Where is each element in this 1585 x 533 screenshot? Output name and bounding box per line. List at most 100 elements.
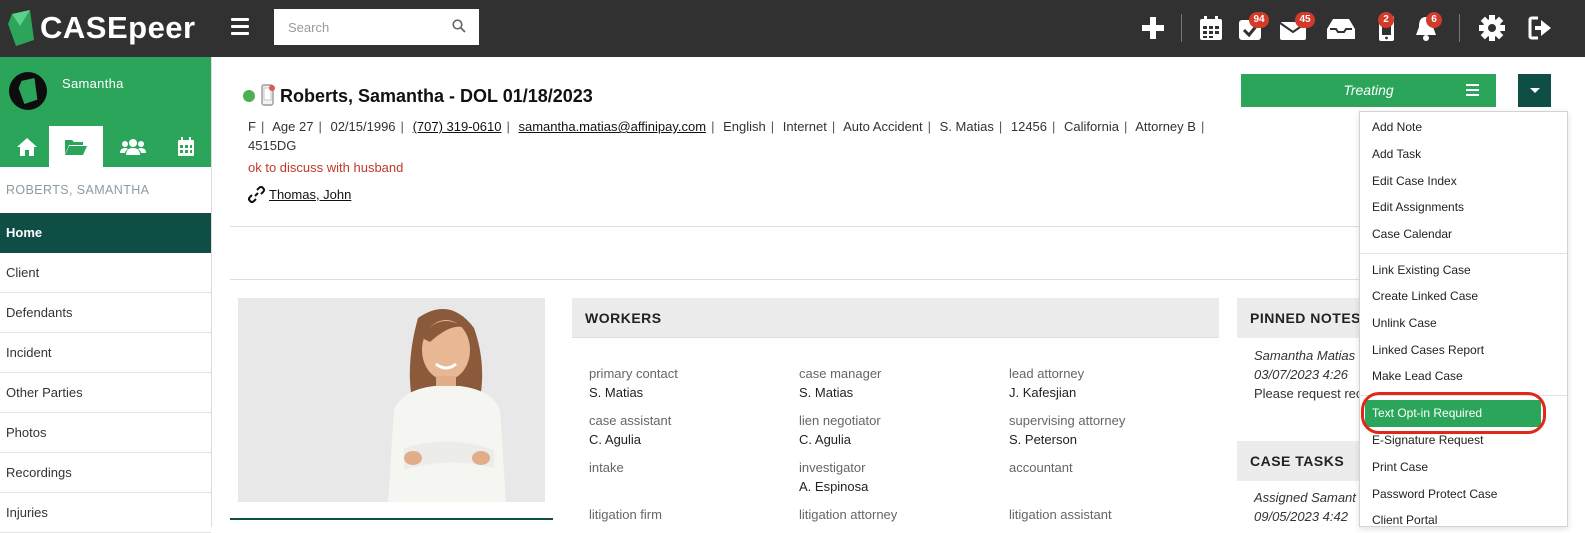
worker-label: litigation attorney bbox=[799, 507, 898, 522]
case-type: Auto Accident bbox=[843, 119, 923, 134]
client-dob: 02/15/1996 bbox=[330, 119, 396, 134]
sidebar-user-panel: Samantha bbox=[0, 57, 211, 167]
add-icon[interactable] bbox=[1139, 14, 1167, 42]
menu-item-client-portal[interactable]: Client Portal bbox=[1372, 513, 1437, 527]
worker-label: case assistant bbox=[589, 413, 672, 428]
worker-value: J. Kafesjian bbox=[1009, 385, 1077, 400]
casepeer-logo[interactable]: CASEpeer bbox=[8, 8, 196, 48]
client-email-link[interactable]: samantha.matias@affinipay.com bbox=[518, 119, 706, 134]
linked-contact-name[interactable]: Thomas, John bbox=[269, 187, 351, 202]
sidebar-item-recordings[interactable]: Recordings bbox=[0, 453, 211, 493]
case-title: Roberts, Samantha - DOL 01/18/2023 bbox=[280, 86, 593, 106]
tab-calendar[interactable] bbox=[159, 126, 213, 167]
client-portrait-image bbox=[238, 298, 545, 502]
worker-label: lead attorney bbox=[1009, 366, 1085, 381]
worker-supervising-attorney: supervising attorney S. Peterson bbox=[1009, 412, 1125, 450]
menu-item-print-case[interactable]: Print Case bbox=[1372, 460, 1428, 474]
client-phone-link[interactable]: (707) 319-0610 bbox=[413, 119, 502, 134]
task-assigned: Assigned Samant bbox=[1254, 490, 1356, 505]
toolbar-divider bbox=[1459, 14, 1460, 42]
tab-contacts[interactable] bbox=[106, 126, 160, 167]
menu-item-password-protect-case[interactable]: Password Protect Case bbox=[1372, 487, 1497, 501]
workers-header: WORKERS bbox=[572, 298, 1219, 338]
top-navbar: CASEpeer 94 45 2 bbox=[0, 0, 1585, 57]
sidebar-item-injuries[interactable]: Injuries bbox=[0, 493, 211, 533]
worker-label: accountant bbox=[1009, 460, 1073, 475]
users-group-icon bbox=[120, 138, 146, 155]
home-icon bbox=[17, 137, 37, 156]
sidebar-item-other-parties[interactable]: Other Parties bbox=[0, 373, 211, 413]
worker-case-assistant: case assistant C. Agulia bbox=[589, 412, 671, 450]
worker-label: lien negotiator bbox=[799, 413, 881, 428]
case-actions-dropdown-toggle[interactable] bbox=[1518, 74, 1551, 107]
worker-investigator: investigator A. Espinosa bbox=[799, 459, 868, 497]
worker-label: litigation assistant bbox=[1009, 507, 1112, 522]
worker-primary-contact: primary contact S. Matias bbox=[589, 365, 678, 403]
tab-case-files[interactable] bbox=[49, 126, 103, 167]
case-code: 4515DG bbox=[248, 138, 297, 153]
tab-home[interactable] bbox=[0, 126, 54, 167]
worker-value: A. Espinosa bbox=[799, 479, 869, 494]
case-note: ok to discuss with husband bbox=[248, 160, 404, 175]
sidebar-item-defendants[interactable]: Defendants bbox=[0, 293, 211, 333]
client-photo[interactable] bbox=[238, 298, 545, 502]
menu-item-make-lead-case[interactable]: Make Lead Case bbox=[1372, 369, 1463, 383]
menu-item-e-signature-request[interactable]: E-Signature Request bbox=[1372, 433, 1483, 447]
search-input[interactable] bbox=[274, 9, 479, 45]
menu-item-add-note[interactable]: Add Note bbox=[1372, 120, 1422, 134]
divider bbox=[230, 279, 1360, 280]
menu-divider bbox=[1360, 253, 1567, 254]
sidebar-item-photos[interactable]: Photos bbox=[0, 413, 211, 453]
calendar-icon[interactable] bbox=[1197, 14, 1225, 42]
casepeer-leaf-icon bbox=[8, 10, 34, 46]
annotation-highlight-circle bbox=[1361, 392, 1546, 434]
worker-label: intake bbox=[589, 460, 624, 475]
worker-label: investigator bbox=[799, 460, 866, 475]
client-language: English bbox=[723, 119, 766, 134]
worker-litigation-firm: litigation firm bbox=[589, 506, 662, 524]
sidebar-case-name: ROBERTS, SAMANTHA bbox=[6, 183, 150, 197]
sidebar-item-client[interactable]: Client bbox=[0, 253, 211, 293]
text-opt-in-phone-icon[interactable] bbox=[260, 84, 276, 106]
client-age: Age 27 bbox=[272, 119, 314, 134]
menu-item-linked-cases-report[interactable]: Linked Cases Report bbox=[1372, 343, 1484, 357]
logout-icon[interactable] bbox=[1527, 14, 1555, 42]
calendar-icon bbox=[178, 136, 194, 156]
menu-item-case-calendar[interactable]: Case Calendar bbox=[1372, 227, 1452, 241]
worker-label: primary contact bbox=[589, 366, 678, 381]
worker-case-manager: case manager S. Matias bbox=[799, 365, 881, 403]
divider bbox=[230, 226, 1360, 227]
user-avatar[interactable] bbox=[9, 72, 47, 110]
main-menu-toggle[interactable] bbox=[231, 18, 249, 35]
pinned-note-text: Please request rec bbox=[1254, 386, 1363, 401]
menu-item-unlink-case[interactable]: Unlink Case bbox=[1372, 316, 1437, 330]
case-attorney: Attorney B bbox=[1135, 119, 1196, 134]
settings-gear-icon[interactable] bbox=[1478, 14, 1506, 42]
menu-item-link-existing-case[interactable]: Link Existing Case bbox=[1372, 263, 1471, 277]
worker-intake: intake bbox=[589, 459, 624, 477]
photo-tab-underline bbox=[230, 518, 553, 520]
case-status-button[interactable]: Treating bbox=[1241, 74, 1496, 107]
sidebar-item-home[interactable]: Home bbox=[0, 213, 211, 253]
worker-label: case manager bbox=[799, 366, 882, 381]
inbox-icon[interactable] bbox=[1325, 14, 1357, 42]
client-sex: F bbox=[248, 119, 256, 134]
worker-value: S. Matias bbox=[799, 385, 854, 400]
case-info-line: F | Age 27 | 02/15/1996 | (707) 319-0610 | s… bbox=[248, 119, 1205, 153]
brand-name: CASEpeer bbox=[40, 10, 196, 45]
worker-accountant: accountant bbox=[1009, 459, 1073, 477]
menu-item-edit-assignments[interactable]: Edit Assignments bbox=[1372, 200, 1464, 214]
menu-item-add-task[interactable]: Add Task bbox=[1372, 147, 1421, 161]
search-icon[interactable] bbox=[452, 19, 466, 33]
worker-label: litigation firm bbox=[589, 507, 662, 522]
sidebar-item-incident[interactable]: Incident bbox=[0, 333, 211, 373]
case-actions-menu: Add Note Add Task Edit Case Index Edit A… bbox=[1359, 111, 1568, 527]
worker-value: C. Agulia bbox=[589, 432, 642, 447]
menu-item-create-linked-case[interactable]: Create Linked Case bbox=[1372, 289, 1478, 303]
list-menu-icon bbox=[1466, 84, 1479, 99]
linked-contact[interactable]: Thomas, John bbox=[248, 186, 351, 203]
pinned-note-date: 03/07/2023 4:26 bbox=[1254, 367, 1348, 382]
worker-litigation-attorney: litigation attorney bbox=[799, 506, 897, 524]
menu-item-edit-case-index[interactable]: Edit Case Index bbox=[1372, 174, 1457, 188]
client-state: California bbox=[1064, 119, 1119, 134]
